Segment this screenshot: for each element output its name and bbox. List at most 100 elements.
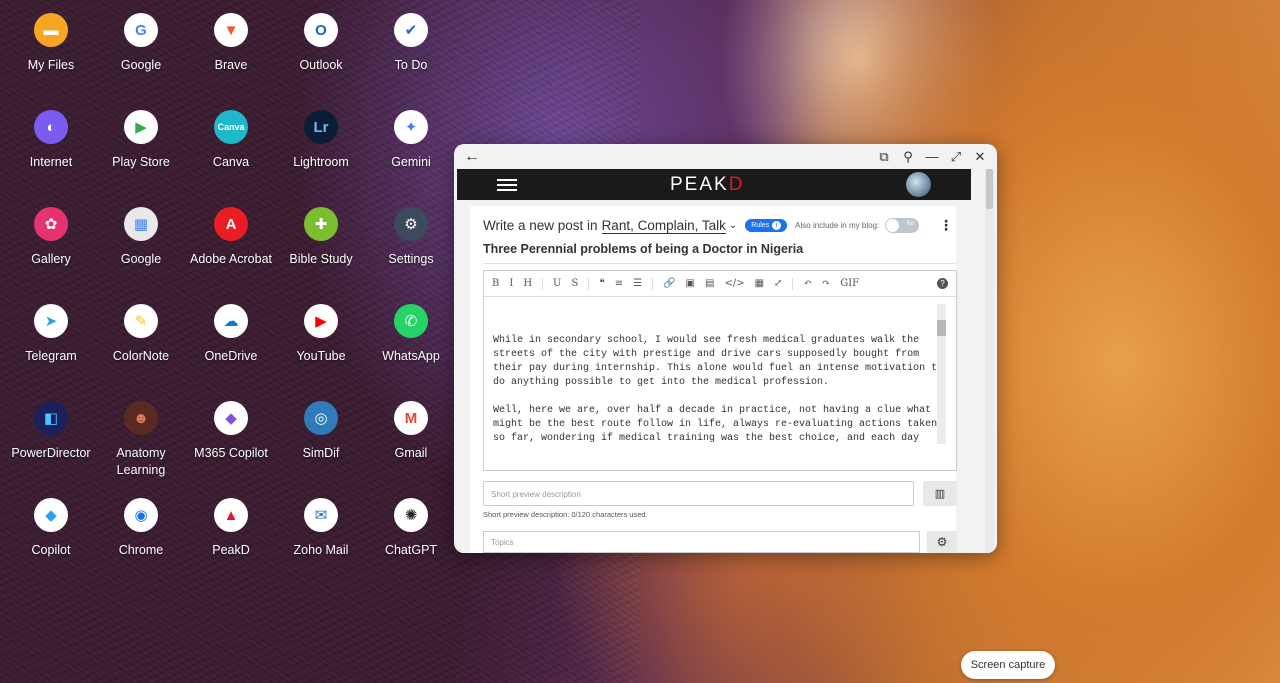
italic-icon[interactable]: I <box>509 278 513 289</box>
more-options-icon[interactable]: ⋮ <box>939 217 953 234</box>
close-icon[interactable]: ✕ <box>973 149 987 165</box>
title-input[interactable]: Three Perennial problems of being a Doct… <box>483 242 956 264</box>
app-chatgpt[interactable]: ✺ ChatGPT <box>361 498 461 559</box>
app-lightroom[interactable]: Lr Lightroom <box>271 110 371 171</box>
video-icon[interactable]: ▤ <box>705 278 714 289</box>
app-gallery[interactable]: ✿ Gallery <box>1 207 101 268</box>
topics-input[interactable]: Topics <box>483 531 920 553</box>
rules-button[interactable]: Rules i <box>745 219 788 232</box>
app-adobe-acrobat[interactable]: A Adobe Acrobat <box>181 207 281 268</box>
minimize-icon[interactable]: — <box>925 149 939 165</box>
fullscreen-icon[interactable]: ⤢ <box>774 278 782 289</box>
split-view-icon[interactable]: ⧉ <box>877 149 891 165</box>
app-telegram[interactable]: ➤ Telegram <box>1 304 101 365</box>
avatar[interactable] <box>906 172 931 197</box>
app-gemini[interactable]: ✦ Gemini <box>361 110 461 171</box>
app-google[interactable]: ▦ Google <box>91 207 191 268</box>
map-icon: ▥ <box>934 488 946 500</box>
textarea-scrollbar[interactable] <box>937 304 946 444</box>
chrome-icon: ◉ <box>124 498 158 532</box>
gif-icon[interactable]: GIF <box>840 278 859 289</box>
redo-icon[interactable]: ↷ <box>822 278 830 289</box>
write-post-label: Write a new post in <box>483 218 598 233</box>
app-powerdirector[interactable]: ◧ PowerDirector <box>1 401 101 462</box>
body-textarea[interactable]: While in secondary school, I would see f… <box>484 298 956 444</box>
settings-button[interactable]: ⚙ <box>927 531 957 553</box>
heading-icon[interactable]: H <box>523 278 532 289</box>
app-colornote[interactable]: ✎ ColorNote <box>91 304 191 365</box>
app-google[interactable]: G Google <box>91 13 191 74</box>
floating-window[interactable]: ← ⧉ ⚲ — ⤢ ✕ PEAKD Write a new post in Ra… <box>454 144 997 553</box>
strikethrough-icon[interactable]: S <box>571 278 578 289</box>
table-icon[interactable]: ▦ <box>755 278 764 289</box>
code-icon[interactable]: </> <box>724 278 744 289</box>
app-label: Brave <box>214 58 248 72</box>
page-scrollbar-thumb[interactable] <box>986 169 993 209</box>
brave-icon: ▼ <box>214 13 248 47</box>
app-label: Adobe Acrobat <box>189 252 272 266</box>
app-internet[interactable]: ◐ Internet <box>1 110 101 171</box>
ordered-list-icon[interactable]: ≡ <box>615 278 623 289</box>
app-label: Gallery <box>31 252 71 266</box>
logo-text: PEAK <box>670 173 729 195</box>
google-icon: G <box>124 13 158 47</box>
preview-description-input[interactable]: Short preview description <box>483 481 914 506</box>
app-label: Google <box>120 252 162 266</box>
colornote-icon: ✎ <box>124 304 158 338</box>
back-arrow-icon[interactable]: ← <box>464 148 480 166</box>
app-whatsapp[interactable]: ✆ WhatsApp <box>361 304 461 365</box>
app-onedrive[interactable]: ☁ OneDrive <box>181 304 281 365</box>
google-folder-icon: ▦ <box>124 207 158 241</box>
m365-copilot-icon: ◆ <box>214 401 248 435</box>
powerdirector-icon: ◧ <box>34 401 68 435</box>
app-copilot[interactable]: ◆ Copilot <box>1 498 101 559</box>
app-to-do[interactable]: ✔ To Do <box>361 13 461 74</box>
app-canva[interactable]: Canva Canva <box>181 110 281 171</box>
app-brave[interactable]: ▼ Brave <box>181 13 281 74</box>
app-gmail[interactable]: M Gmail <box>361 401 461 462</box>
app-bible-study[interactable]: ✚ Bible Study <box>271 207 371 268</box>
app-anatomy-learning[interactable]: ☻ Anatomy Learning <box>91 401 191 479</box>
app-outlook[interactable]: O Outlook <box>271 13 371 74</box>
bold-icon[interactable]: B <box>492 278 499 289</box>
app-youtube[interactable]: ▶ YouTube <box>271 304 371 365</box>
app-my-files[interactable]: ▬ My Files <box>1 13 101 74</box>
page-scrollbar[interactable] <box>985 169 994 553</box>
scrollbar-thumb[interactable] <box>937 320 946 336</box>
bullet-list-icon[interactable]: ☰ <box>633 278 642 289</box>
image-icon[interactable]: ▣ <box>686 278 695 289</box>
app-label: Outlook <box>299 58 343 72</box>
underline-icon[interactable]: U <box>553 278 561 289</box>
app-simdif[interactable]: ◎ SimDif <box>271 401 371 462</box>
app-peakd[interactable]: ▲ PeakD <box>181 498 281 559</box>
map-button[interactable]: ▥ <box>923 481 957 506</box>
app-settings[interactable]: ⚙ Settings <box>361 207 461 268</box>
blog-toggle[interactable]: No <box>885 218 920 233</box>
pin-icon[interactable]: ⚲ <box>901 149 915 165</box>
app-m365-copilot[interactable]: ◆ M365 Copilot <box>181 401 281 462</box>
app-chrome[interactable]: ◉ Chrome <box>91 498 191 559</box>
community-select[interactable]: Rant, Complain, Talk <box>601 218 726 234</box>
help-icon[interactable]: ? <box>937 278 948 289</box>
quote-icon[interactable]: ❝ <box>599 278 604 289</box>
app-label: ColorNote <box>112 349 170 363</box>
peakd-logo[interactable]: PEAKD <box>670 174 744 196</box>
toolbar-separator <box>588 277 590 290</box>
app-label: Zoho Mail <box>293 543 349 557</box>
app-label: Copilot <box>31 543 71 557</box>
app-label: M365 Copilot <box>194 446 268 460</box>
copilot-icon: ◆ <box>34 498 68 532</box>
app-zoho-mail[interactable]: ✉ Zoho Mail <box>271 498 371 559</box>
maximize-icon[interactable]: ⤢ <box>949 149 963 165</box>
app-play-store[interactable]: ▶ Play Store <box>91 110 191 171</box>
logo-accent: D <box>728 173 745 195</box>
app-label: To Do <box>394 58 428 72</box>
markdown-editor[interactable]: B I H U S ❝ ≡ ☰ 🔗 ▣ ▤ </> ▦ ⤢ ↶ ↷ GIF? While in secondar… <box>483 270 957 471</box>
chevron-down-icon[interactable]: ⌄ <box>729 220 737 231</box>
undo-icon[interactable]: ↶ <box>803 278 811 289</box>
app-label: WhatsApp <box>382 349 440 363</box>
link-icon[interactable]: 🔗 <box>663 278 675 289</box>
screen-capture-toast[interactable]: Screen capture <box>961 651 1055 679</box>
app-label: PeakD <box>212 543 250 557</box>
hamburger-menu-icon[interactable] <box>497 176 517 194</box>
